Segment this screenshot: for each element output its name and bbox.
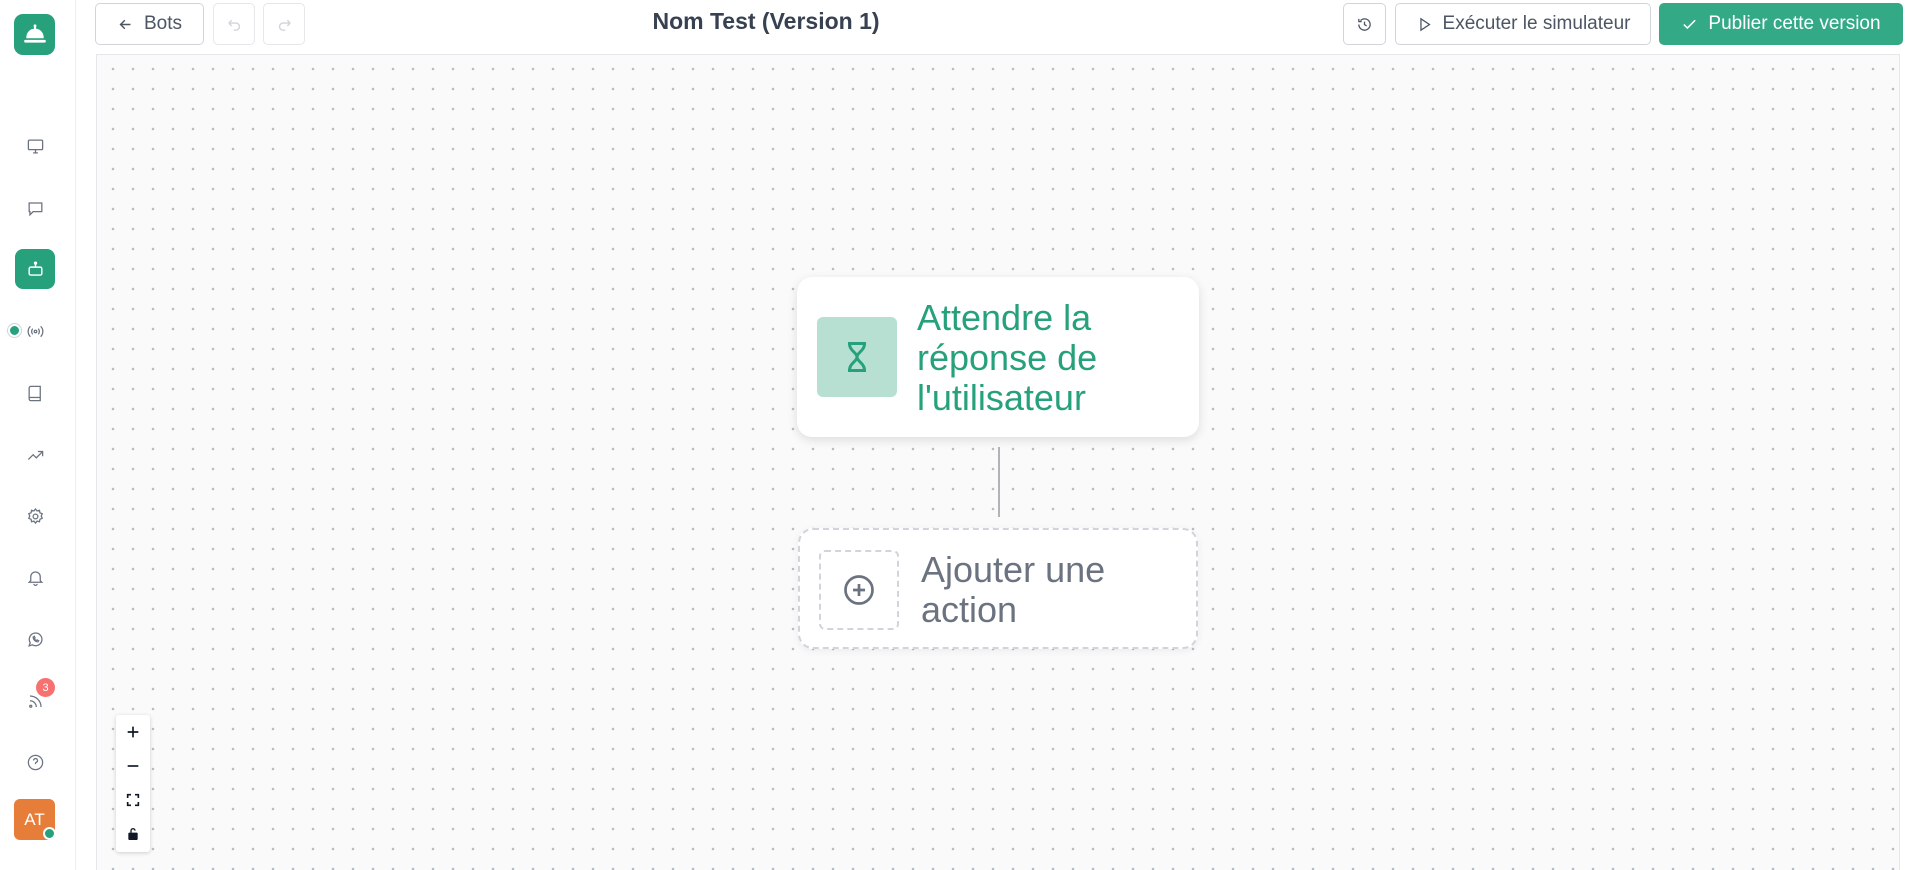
sidebar-item-conversations[interactable] [15, 188, 55, 228]
whatsapp-icon [27, 631, 43, 647]
broadcast-icon [27, 325, 43, 337]
lock-icon [128, 828, 138, 840]
fit-view-button[interactable] [116, 783, 150, 817]
sidebar-item-help[interactable] [15, 742, 55, 782]
gear-icon [27, 507, 43, 524]
version-history-button[interactable] [1343, 3, 1386, 45]
chat-icon [28, 201, 42, 216]
wait-node-label: Attendre la réponse de l'utilisateur [917, 297, 1098, 418]
node-connector [998, 447, 1000, 517]
lock-canvas-button[interactable] [116, 817, 150, 851]
fullscreen-icon [126, 793, 140, 807]
undo-button[interactable] [213, 3, 255, 45]
wait-for-response-node[interactable]: Attendre la réponse de l'utilisateur [797, 277, 1199, 437]
logo-bell-icon[interactable] [14, 14, 55, 55]
run-simulator-label: Exécuter le simulateur [1442, 13, 1631, 34]
help-icon [27, 754, 43, 770]
plus-icon [127, 726, 139, 738]
zoom-out-button[interactable] [116, 749, 150, 783]
arrow-left-icon [119, 19, 131, 29]
redo-button[interactable] [263, 3, 305, 45]
sidebar: 3 AT [0, 0, 76, 870]
sidebar-item-dashboard[interactable] [15, 126, 55, 166]
page-title: Nom Test (Version 1) [652, 8, 880, 34]
history-icon [1358, 17, 1371, 31]
trend-icon [27, 450, 43, 460]
sidebar-item-whatsapp[interactable] [15, 619, 55, 659]
plus-circle-icon [819, 550, 899, 630]
play-icon [1419, 17, 1431, 31]
sidebar-item-bots[interactable] [15, 249, 55, 289]
bell-icon [27, 570, 43, 586]
sidebar-item-analytics[interactable] [15, 435, 55, 475]
back-button-label: Bots [143, 13, 183, 34]
sidebar-item-broadcast[interactable] [15, 311, 55, 351]
minus-icon [127, 765, 139, 767]
publish-version-button[interactable]: Publier cette version [1659, 3, 1903, 45]
notification-count-badge: 3 [36, 678, 55, 697]
flow-canvas[interactable]: Attendre la réponse de l'utilisateur Ajo… [96, 54, 1900, 870]
check-icon [1683, 19, 1697, 29]
back-to-bots-button[interactable]: Bots [95, 3, 204, 45]
book-icon [28, 385, 41, 401]
online-status-dot [43, 827, 56, 840]
redo-icon [278, 19, 291, 31]
sidebar-item-settings[interactable] [15, 496, 55, 536]
run-simulator-button[interactable]: Exécuter le simulateur [1395, 3, 1651, 45]
add-action-node[interactable]: Ajouter une action [798, 528, 1198, 649]
bot-icon [27, 261, 43, 276]
add-action-label: Ajouter une action [921, 549, 1106, 630]
top-bar: Bots Nom Test (Version 1) Exécuter le si… [76, 0, 1910, 50]
publish-version-label: Publier cette version [1708, 13, 1881, 34]
hourglass-icon [817, 317, 897, 397]
monitor-icon [27, 139, 43, 153]
undo-icon [227, 19, 240, 31]
canvas-controls [116, 715, 150, 852]
zoom-in-button[interactable] [116, 715, 150, 749]
sidebar-item-knowledge[interactable] [15, 373, 55, 413]
sidebar-item-notifications[interactable] [15, 557, 55, 597]
